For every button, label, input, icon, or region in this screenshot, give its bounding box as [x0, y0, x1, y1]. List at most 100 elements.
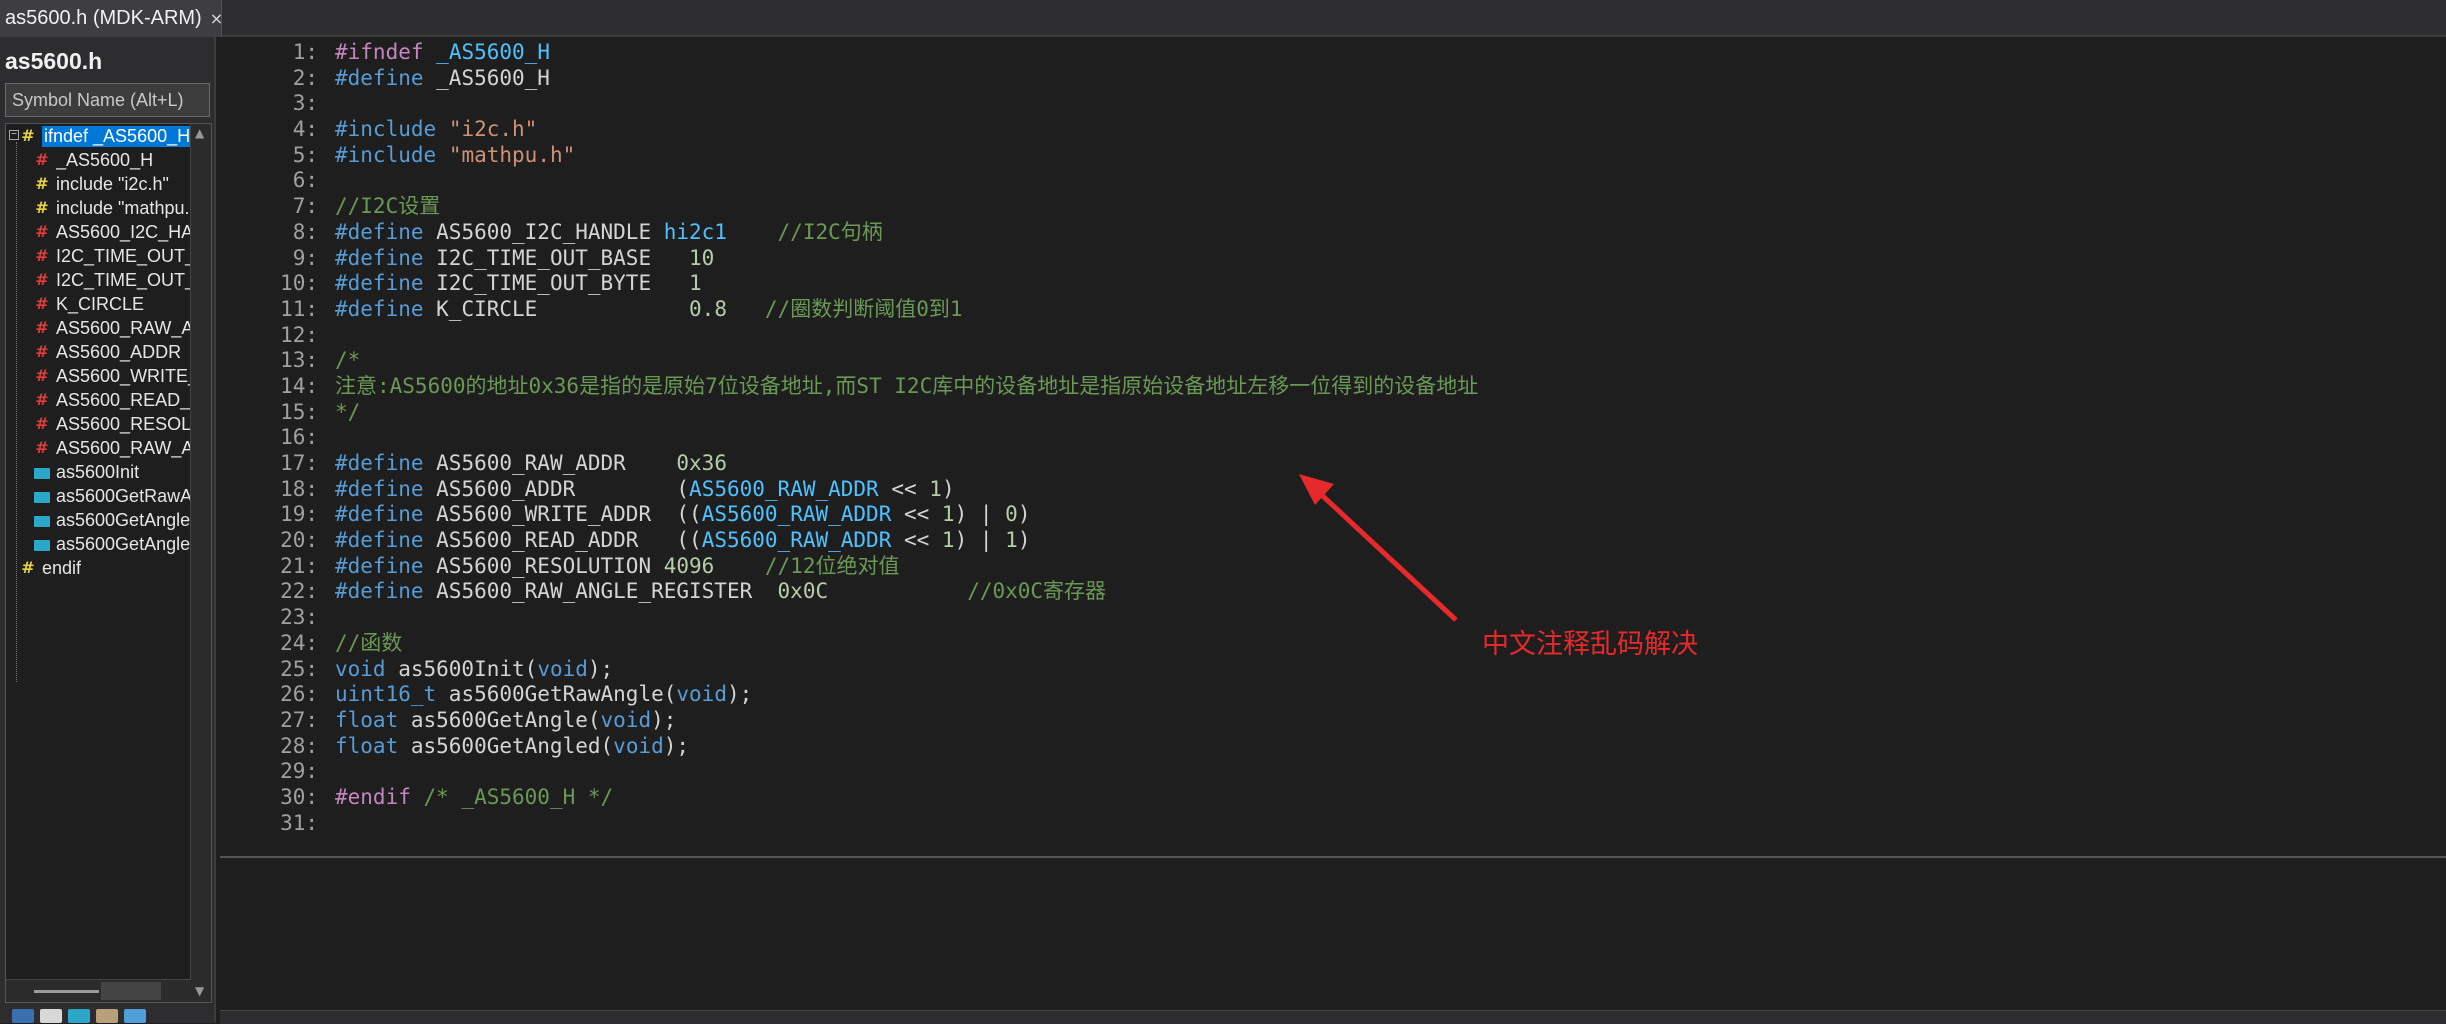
line-number: 22:	[280, 579, 318, 604]
symbol-tree-item[interactable]: # _AS5600_H	[6, 148, 191, 172]
code-token: 1	[1005, 528, 1018, 553]
code-text: #define K_CIRCLE 0.8 //圈数判断阈值0到1	[335, 297, 962, 323]
code-token: */	[335, 399, 361, 424]
symbol-tree-item[interactable]: # AS5600_WRITE_ADDR	[6, 364, 191, 388]
symbol-tree-list: − # ifndef _AS5600_H # _AS5600_H # include "i2…	[6, 124, 191, 682]
code-token: );	[663, 733, 690, 758]
symbol-tree-item-label: ifndef _AS5600_H	[42, 125, 191, 147]
symbol-tree-item[interactable]: # AS5600_RAW_ANGLE_REGISTER	[6, 436, 191, 460]
symbol-tree-item-label: AS5600_RESOLUTION	[56, 413, 191, 434]
symbol-tree-item[interactable]: # I2C_TIME_OUT_BYTE	[6, 268, 191, 292]
code-token: hi2c1	[663, 219, 727, 244]
code-token: #ifndef	[335, 40, 424, 64]
line-number: 16:	[280, 425, 318, 450]
symbol-tree-item-label: AS5600_RAW_ADDR	[56, 317, 191, 338]
symbol-tree-item-label: AS5600_RAW_ANGLE_REGISTER	[56, 437, 191, 458]
define-hash-icon: #	[21, 558, 35, 577]
code-token: void	[600, 707, 652, 732]
code-token: AS5600_RAW_ADDR	[701, 528, 892, 553]
scroll-down-icon[interactable]: ▼	[195, 984, 204, 998]
symbol-tree-item[interactable]: # AS5600_ADDR	[6, 340, 191, 364]
panel-view-tabs	[0, 1003, 214, 1023]
code-token: as5600GetAngled	[398, 733, 601, 758]
code-token: #define	[335, 245, 424, 270]
code-token: #define	[335, 219, 424, 244]
code-token: /*	[335, 348, 361, 373]
scroll-up-icon[interactable]: ▲	[195, 126, 204, 140]
line-number: 10:	[280, 271, 318, 296]
code-token: AS5600_I2C_HANDLE	[423, 219, 664, 244]
code-token: 0	[1005, 502, 1018, 527]
code-token: #include	[335, 117, 437, 142]
symbol-tree-item[interactable]: # include "mathpu.h"	[6, 196, 191, 220]
code-token: ) |	[954, 528, 1006, 553]
symbol-tree-item[interactable]: # include "i2c.h"	[6, 172, 191, 196]
symbol-tree-item[interactable]: # endif	[6, 556, 191, 580]
gear-icon[interactable]	[124, 1009, 146, 1023]
code-token: float	[335, 733, 399, 758]
code-token: AS5600_RAW_ADDR	[689, 476, 879, 501]
code-token: 注意:AS5600的地址0x36是指的是原始7位设备地址,而ST I2C库中的设…	[335, 373, 1479, 398]
symbol-tree-item[interactable]: # AS5600_READ_ADDR	[6, 388, 191, 412]
line-number: 8:	[292, 219, 318, 244]
line-number: 9:	[292, 245, 318, 270]
list-view-icon[interactable]	[40, 1009, 62, 1023]
symbol-tree-item[interactable]: as5600Init	[6, 460, 191, 484]
code-text: #ifndef _AS5600_H	[335, 40, 550, 66]
close-icon[interactable]: ×	[210, 9, 223, 28]
tree-vertical-scrollbar[interactable]: ▲ ▼	[190, 124, 211, 1002]
code-text: float as5600GetAngle(void);	[335, 708, 676, 734]
code-text: 注意:AS5600的地址0x36是指的是原始7位设备地址,而ST I2C库中的设…	[335, 374, 1478, 400]
code-text: #include "i2c.h"	[335, 117, 537, 143]
code-editor[interactable]: 1: #ifndef _AS5600_H 2: #define _AS5600_H 3:…	[220, 40, 2446, 856]
code-text: void as5600Init(void);	[335, 657, 613, 683]
code-token: //12位绝对值	[764, 553, 900, 578]
symbol-tree-item[interactable]: # AS5600_RESOLUTION	[6, 412, 191, 436]
code-token: _AS5600_H	[436, 40, 550, 64]
code-token: ((	[676, 528, 702, 553]
symbol-tree-item-label: AS5600_READ_ADDR	[56, 389, 191, 410]
symbol-tree-item[interactable]: # AS5600_I2C_HANDLE	[6, 220, 191, 244]
symbol-tree-item-label: _AS5600_H	[56, 149, 154, 170]
symbol-tree-item[interactable]: # K_CIRCLE	[6, 292, 191, 316]
horizontal-scroll-thumb[interactable]	[34, 990, 99, 993]
symbol-tree-item[interactable]: # I2C_TIME_OUT_BASE	[6, 244, 191, 268]
code-token: "i2c.h"	[448, 117, 538, 142]
line-number: 27:	[280, 707, 318, 732]
class-view-icon[interactable]	[68, 1009, 90, 1023]
collapse-toggle-icon[interactable]: −	[9, 130, 19, 140]
symbol-tree-item[interactable]: # AS5600_RAW_ADDR	[6, 316, 191, 340]
code-token: (	[524, 656, 538, 681]
line-number: 20:	[280, 528, 318, 553]
code-token: #define	[335, 528, 424, 553]
symbol-search-input[interactable]	[5, 83, 210, 117]
symbol-tree-item[interactable]: as5600GetAngle	[6, 508, 191, 532]
line-number: 3:	[292, 91, 318, 116]
symbol-tree-item-label: as5600GetAngle	[56, 509, 191, 530]
code-token: 0.8	[689, 296, 727, 321]
line-number: 21:	[280, 553, 318, 578]
symbol-tree-item-label: as5600Init	[56, 461, 140, 482]
code-token: );	[651, 707, 677, 732]
line-number: 18:	[280, 476, 318, 501]
code-text: #include "mathpu.h"	[335, 143, 575, 169]
symbol-tree-item-label: endif	[42, 557, 82, 578]
code-token: AS5600_RAW_ANGLE_REGISTER	[423, 579, 778, 604]
book-icon[interactable]	[96, 1009, 118, 1023]
symbol-tree-item[interactable]: as5600GetAngled	[6, 532, 191, 556]
code-text: #endif /* _AS5600_H */	[335, 785, 613, 811]
function-icon	[34, 491, 50, 503]
code-token: float	[335, 707, 399, 732]
code-token: (	[676, 476, 690, 501]
symbol-tree-item-label: AS5600_ADDR	[56, 341, 182, 362]
sort-az-icon[interactable]	[12, 1009, 34, 1023]
code-text: //函数	[335, 631, 402, 657]
code-token: AS5600_RAW_ADDR	[423, 451, 677, 475]
tree-horizontal-scrollbar[interactable]	[6, 979, 191, 1002]
file-tab-as5600[interactable]: as5600.h (MDK-ARM) ×	[0, 0, 223, 37]
symbol-tree-item[interactable]: − # ifndef _AS5600_H	[6, 124, 191, 148]
symbol-tree-item[interactable]: as5600GetRawAngle	[6, 484, 191, 508]
define-hash-icon: #	[21, 126, 35, 145]
define-hash-icon: #	[35, 198, 49, 217]
